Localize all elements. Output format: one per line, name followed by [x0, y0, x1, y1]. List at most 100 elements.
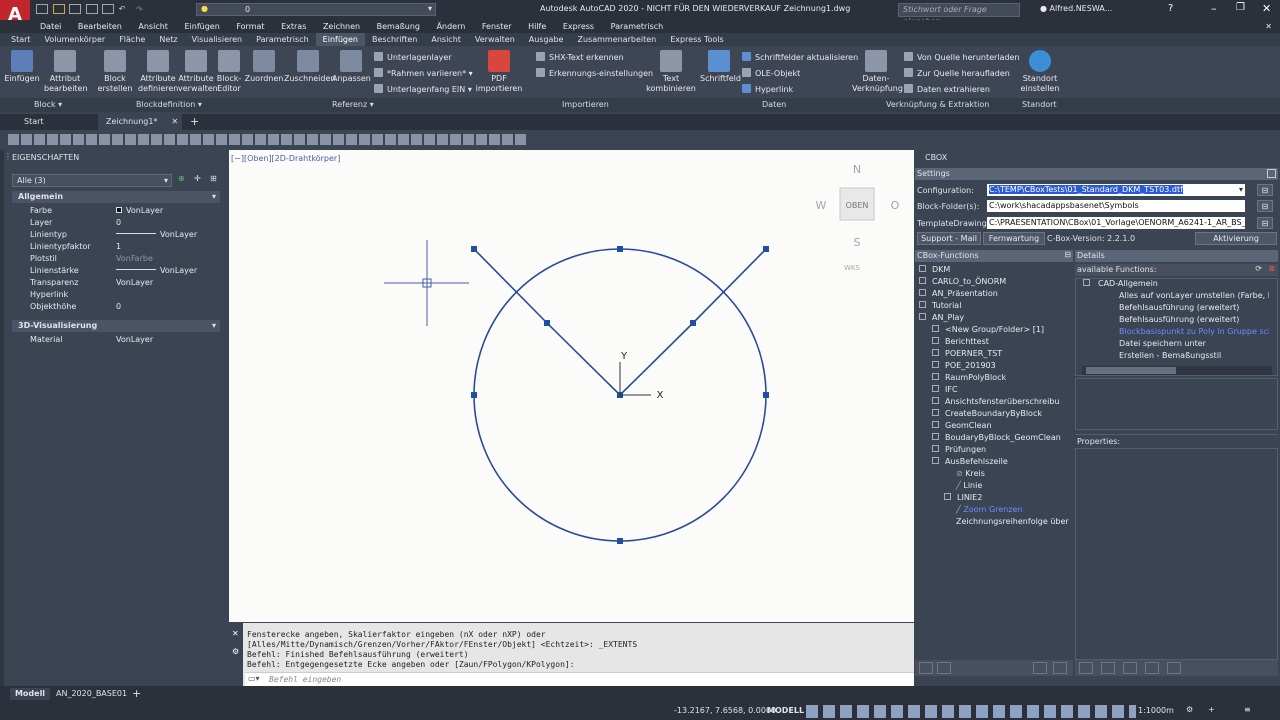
zuordnen-button[interactable]: Zuordnen: [244, 50, 284, 84]
fernwartung-button[interactable]: Fernwartung: [983, 232, 1045, 245]
tree-item[interactable]: AN_Präsentation: [919, 289, 998, 298]
prop-row[interactable]: Transparenz VonLayer: [12, 277, 220, 289]
tree-item[interactable]: POE_201903: [932, 361, 996, 370]
menu-parametrisch[interactable]: Parametrisch: [611, 22, 664, 31]
prop-row[interactable]: Layer 0: [12, 217, 220, 229]
details-hscrollbar[interactable]: [1082, 366, 1272, 375]
tab-start[interactable]: Start: [4, 33, 38, 46]
schriftfeld-button[interactable]: Schriftfeld: [700, 50, 741, 84]
tab-zusammenarbeiten[interactable]: Zusammenarbeiten: [570, 33, 663, 46]
details-item[interactable]: Blockbasispunkt zu Poly in Gruppe schieb: [1119, 327, 1269, 336]
customize-icon[interactable]: ≡: [1244, 705, 1251, 714]
tree-item[interactable]: <New Group/Folder> [1]: [932, 325, 1044, 334]
menu-close-icon[interactable]: ✕: [1265, 20, 1272, 33]
redo-icon[interactable]: ↷: [136, 5, 143, 14]
panel-block[interactable]: Block ▾: [34, 100, 62, 109]
tab-einfuegen[interactable]: Einfügen: [315, 33, 365, 46]
pdf-importieren-button[interactable]: PDF importieren: [474, 50, 524, 94]
menu-format[interactable]: Format: [236, 22, 264, 31]
attribute-verwalten-button[interactable]: Attribute verwalten: [178, 50, 218, 94]
menu-ansicht[interactable]: Ansicht: [138, 22, 168, 31]
tree-item[interactable]: BoudaryByBlock_GeomClean: [932, 433, 1061, 442]
drafting-toggles-strip[interactable]: [806, 705, 1136, 718]
tree-item[interactable]: AusBefehlszeile: [932, 457, 1008, 466]
prop-row[interactable]: Linientypfaktor 1: [12, 241, 220, 253]
tab-netz[interactable]: Netz: [152, 33, 184, 46]
menu-aendern[interactable]: Ändern: [437, 22, 466, 31]
restore-icon[interactable]: ❐: [1236, 2, 1245, 13]
quick-select-icon[interactable]: ⊕: [178, 174, 185, 183]
prop-row[interactable]: Hyperlink: [12, 289, 220, 301]
toolbar-icons-strip[interactable]: [8, 134, 528, 145]
tab-close-icon[interactable]: ✕: [171, 117, 178, 126]
panel-importieren[interactable]: Importieren: [562, 100, 609, 109]
close-icon[interactable]: ✕: [1262, 2, 1271, 15]
tree-item[interactable]: Tutorial: [919, 301, 961, 310]
prop-row[interactable]: Linientyp VonLayer: [12, 229, 220, 241]
annotation-scale[interactable]: 1:1000m: [1138, 706, 1174, 715]
tool-icon[interactable]: [1145, 662, 1159, 674]
help-icon[interactable]: ?: [1168, 3, 1173, 14]
zuschneiden-button[interactable]: Zuschneiden: [284, 50, 335, 84]
details-item[interactable]: Erstellen - Bemaßungsstil: [1119, 351, 1269, 360]
model-tab[interactable]: Modell: [10, 688, 50, 700]
template-field[interactable]: C:\PRAESENTATION\CBox\01_Vorlage\OENORM_…: [987, 217, 1245, 229]
tool-icon[interactable]: [1123, 662, 1137, 674]
close-icon[interactable]: ✕: [232, 629, 239, 638]
user-account[interactable]: ● Alfred.NESWA...: [1040, 4, 1112, 13]
tree-item[interactable]: ╱ Linie: [956, 481, 982, 490]
tree-item[interactable]: GeomClean: [932, 421, 992, 430]
command-input[interactable]: ▭▾ Befehl eingeben: [245, 672, 914, 686]
erkennungs-button[interactable]: Erkennungs-einstellungen: [536, 68, 653, 78]
panel-referenz[interactable]: Referenz ▾: [332, 100, 374, 109]
tree-item[interactable]: ╱ Zoom Grenzen: [956, 505, 1022, 514]
block-folder-browse-icon[interactable]: ⊟: [1257, 200, 1273, 212]
text-kombinieren-button[interactable]: Text kombinieren: [646, 50, 696, 94]
layout-tab[interactable]: AN_2020_BASE01: [56, 688, 127, 700]
details-item[interactable]: Alles auf vonLayer umstellen (Farbe, Lin…: [1119, 291, 1269, 300]
aktivierung-button[interactable]: Aktivierung: [1195, 232, 1277, 245]
anpassen-button[interactable]: Anpassen: [332, 50, 371, 84]
menu-fenster[interactable]: Fenster: [482, 22, 512, 31]
support-mail-button[interactable]: Support - Mail: [917, 232, 981, 245]
tree-item[interactable]: Zeichnungsreihenfolge über: [956, 517, 1069, 526]
einfuegen-button[interactable]: Einfügen: [4, 50, 40, 84]
block-erstellen-button[interactable]: Block erstellen: [96, 50, 134, 94]
menu-extras[interactable]: Extras: [281, 22, 306, 31]
pickadd-icon[interactable]: ⊞: [210, 174, 217, 183]
menu-einfuegen[interactable]: Einfügen: [184, 22, 219, 31]
menu-bemassung[interactable]: Bemaßung: [377, 22, 420, 31]
wrench-icon[interactable]: ⚙: [232, 647, 239, 656]
standort-einstellen-button[interactable]: Standort einstellen: [1018, 50, 1062, 94]
tab-flaeche[interactable]: Fläche: [112, 33, 152, 46]
panel-standort[interactable]: Standort: [1022, 100, 1057, 109]
attribute-definieren-button[interactable]: Attribute definieren: [138, 50, 178, 94]
selection-dropdown[interactable]: Alle (3) ▾: [12, 174, 172, 187]
schriftfelder-aktualisieren-button[interactable]: Schriftfelder aktualisieren: [742, 52, 858, 62]
select-objects-icon[interactable]: ✛: [194, 174, 201, 183]
unterlagenfang-dropdown[interactable]: Unterlagenfang EIN ▾: [374, 84, 472, 94]
tool-icon[interactable]: [1167, 662, 1181, 674]
tree-item[interactable]: DKM: [919, 265, 950, 274]
add-layout-icon[interactable]: +: [132, 687, 141, 700]
layer-dropdown[interactable]: ● 0 ▾: [196, 3, 436, 16]
shx-text-button[interactable]: SHX-Text erkennen: [536, 52, 624, 62]
prop-row[interactable]: Plotstil VonFarbe: [12, 253, 220, 265]
panel-daten[interactable]: Daten: [762, 100, 786, 109]
tab-express-tools[interactable]: Express Tools: [663, 33, 731, 46]
tree-item[interactable]: ⊘ Kreis: [956, 469, 985, 478]
menu-express[interactable]: Express: [563, 22, 594, 31]
tab-verwalten[interactable]: Verwalten: [468, 33, 522, 46]
tab-volumenkoerper[interactable]: Volumenkörper: [38, 33, 113, 46]
prop-row[interactable]: Objekthöhe 0: [12, 301, 220, 313]
attribut-bearbeiten-button[interactable]: Attribut bearbeiten: [44, 50, 88, 94]
tool-icon[interactable]: [937, 662, 951, 674]
menu-hilfe[interactable]: Hilfe: [528, 22, 546, 31]
tool-icon[interactable]: [1033, 662, 1047, 674]
collapse-icon[interactable]: [1267, 169, 1276, 178]
rahmen-variieren-dropdown[interactable]: *Rahmen variieren* ▾: [374, 68, 473, 78]
tab-ausgabe[interactable]: Ausgabe: [522, 33, 571, 46]
saveas-icon[interactable]: [85, 4, 98, 14]
print-icon[interactable]: [102, 4, 115, 14]
tree-item[interactable]: AN_Play: [919, 313, 964, 322]
